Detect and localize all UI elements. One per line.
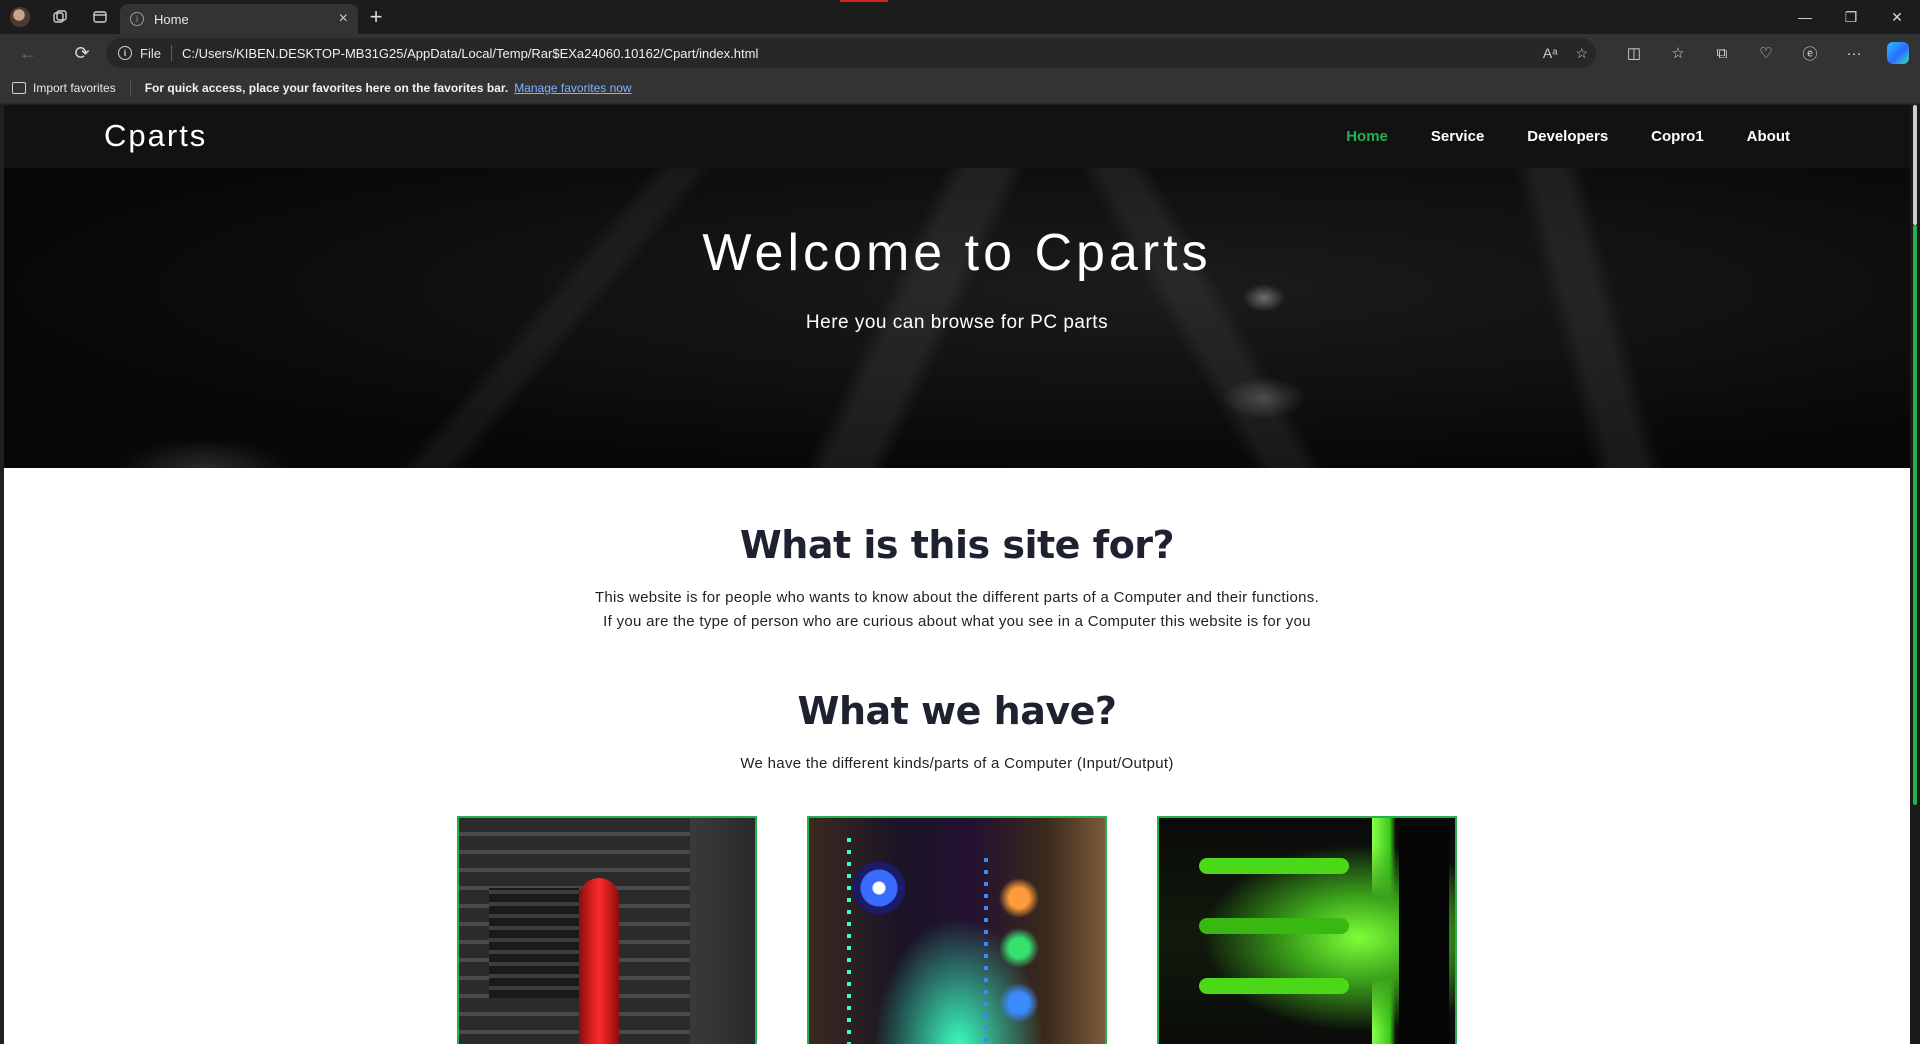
active-tab[interactable]: i Home × bbox=[120, 4, 358, 34]
about-line-2: If you are the type of person who are cu… bbox=[603, 613, 1311, 630]
browser-essentials-icon[interactable]: ♡ bbox=[1744, 34, 1788, 72]
rgb-pc-build-image[interactable] bbox=[807, 816, 1107, 1044]
manage-favorites-link[interactable]: Manage favorites now bbox=[514, 81, 631, 95]
site-nav-links: Home Service Developers Copro1 About bbox=[1346, 105, 1790, 168]
back-icon[interactable]: ← bbox=[10, 34, 46, 72]
collections-icon[interactable]: ⧉ bbox=[1700, 34, 1744, 72]
site-navbar: Cparts Home Service Developers Copro1 Ab… bbox=[4, 105, 1910, 168]
page-scrollbar[interactable] bbox=[1910, 105, 1920, 1044]
profile-button[interactable] bbox=[0, 0, 40, 34]
nav-link-home[interactable]: Home bbox=[1346, 128, 1388, 145]
tab-strip: i Home × + — ❐ ✕ bbox=[0, 0, 1920, 34]
window-controls: — ❐ ✕ bbox=[1782, 0, 1920, 34]
copilot-button[interactable] bbox=[1876, 34, 1920, 72]
nav-link-about[interactable]: About bbox=[1747, 128, 1790, 145]
close-window-icon[interactable]: ✕ bbox=[1874, 0, 1920, 34]
minimize-icon[interactable]: — bbox=[1782, 0, 1828, 34]
about-heading: What is this site for? bbox=[739, 523, 1175, 567]
import-favorites-button[interactable]: Import favorites bbox=[12, 81, 116, 95]
profile-avatar bbox=[10, 7, 30, 27]
more-icon[interactable]: ··· bbox=[1832, 34, 1876, 72]
address-toolbar: ← ⟳ i File C:/Users/KIBEN.DESKTOP-MB31G2… bbox=[0, 34, 1920, 72]
favorites-message: For quick access, place your favorites h… bbox=[144, 80, 509, 95]
scrollbar-track-top bbox=[1913, 105, 1917, 225]
offer-text: We have the different kinds/parts of a C… bbox=[740, 755, 1174, 772]
offer-heading: What we have? bbox=[797, 689, 1117, 733]
nav-link-copro1[interactable]: Copro1 bbox=[1651, 128, 1704, 145]
tab-title: Home bbox=[154, 11, 189, 27]
import-icon bbox=[12, 81, 26, 94]
nav-link-developers[interactable]: Developers bbox=[1527, 128, 1608, 145]
info-icon[interactable]: i bbox=[118, 46, 132, 60]
recording-indicator bbox=[840, 0, 888, 2]
import-favorites-label: Import favorites bbox=[33, 80, 116, 95]
site-brand[interactable]: Cparts bbox=[104, 118, 207, 154]
close-tab-icon[interactable]: × bbox=[339, 11, 348, 27]
favorites-bar: Import favorites For quick access, place… bbox=[0, 72, 1920, 104]
restore-icon[interactable]: ❐ bbox=[1828, 0, 1874, 34]
split-screen-icon[interactable]: ◫ bbox=[1612, 34, 1656, 72]
toolbar-right: ◫ ☆ ⧉ ♡ ⓔ ··· bbox=[1612, 34, 1920, 72]
hero-subtitle: Here you can browse for PC parts bbox=[805, 312, 1109, 333]
address-bar[interactable]: i File C:/Users/KIBEN.DESKTOP-MB31G25/Ap… bbox=[106, 38, 1596, 68]
about-line-1: This website is for people who wants to … bbox=[594, 589, 1320, 606]
nav-link-service[interactable]: Service bbox=[1431, 128, 1484, 145]
favorite-star-icon[interactable]: ☆ bbox=[1575, 45, 1588, 62]
new-tab-icon[interactable]: + bbox=[358, 0, 394, 34]
product-cards bbox=[457, 816, 1467, 1044]
favorites-icon[interactable]: ☆ bbox=[1656, 34, 1700, 72]
hero-banner: Welcome to Cparts Here you can browse fo… bbox=[4, 168, 1910, 468]
url-text[interactable]: C:/Users/KIBEN.DESKTOP-MB31G25/AppData/L… bbox=[182, 46, 758, 61]
favorites-divider bbox=[129, 79, 131, 96]
workspaces-icon[interactable] bbox=[40, 0, 80, 34]
hero-title: Welcome to Cparts bbox=[702, 224, 1212, 282]
url-divider bbox=[170, 45, 172, 61]
url-scheme-label: File bbox=[140, 45, 161, 61]
refresh-icon[interactable]: ⟳ bbox=[64, 34, 100, 72]
copilot-icon bbox=[1887, 42, 1909, 64]
page-viewport: Cparts Home Service Developers Copro1 Ab… bbox=[4, 105, 1910, 1044]
tab-actions-icon[interactable] bbox=[80, 0, 120, 34]
page-favicon-icon: i bbox=[130, 12, 144, 26]
edge-feature-icon[interactable]: ⓔ bbox=[1788, 34, 1832, 72]
green-pc-build-image[interactable] bbox=[1157, 816, 1457, 1044]
read-aloud-icon[interactable]: Aᵃ bbox=[1543, 45, 1558, 61]
scrollbar-thumb[interactable] bbox=[1913, 225, 1917, 805]
red-pc-build-image[interactable] bbox=[457, 816, 757, 1044]
address-bar-actions: Aᵃ ☆ bbox=[1543, 38, 1588, 68]
